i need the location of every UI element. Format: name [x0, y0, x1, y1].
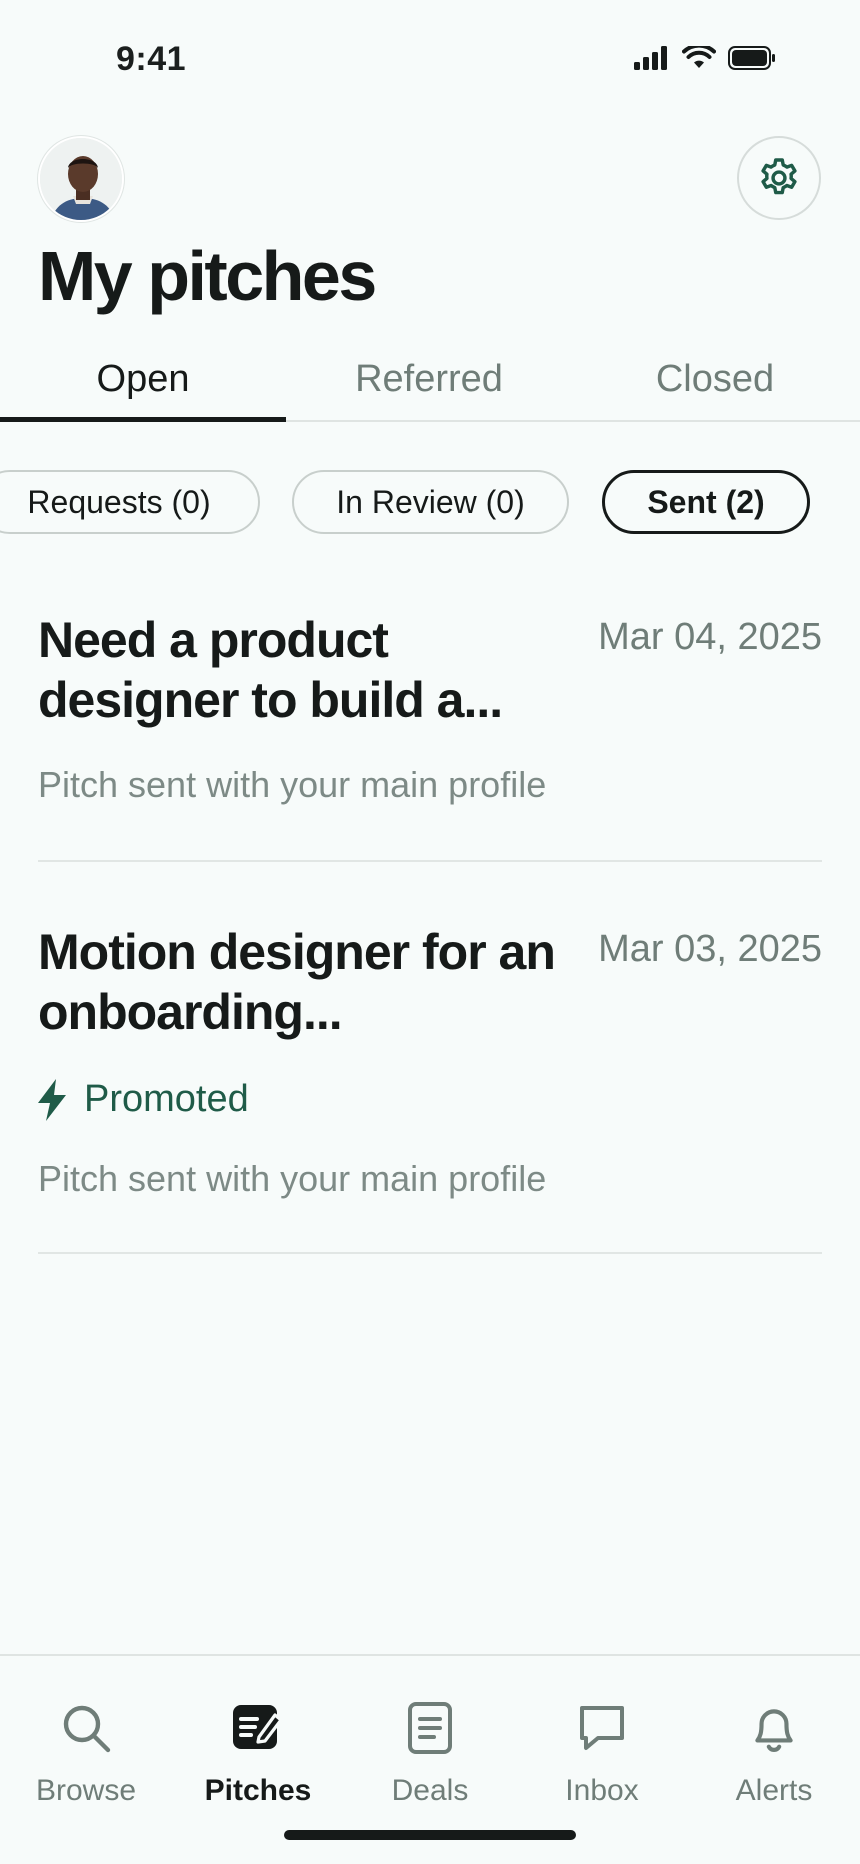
pitch-title: Need a product designer to build a...: [38, 612, 503, 728]
nav-alerts[interactable]: Alerts: [688, 1696, 860, 1808]
pitch-date: Mar 04, 2025: [598, 616, 822, 658]
status-icons: [634, 46, 776, 70]
lightning-icon: [38, 1078, 66, 1121]
promoted-label: Promoted: [84, 1078, 249, 1120]
nav-browse[interactable]: Browse: [0, 1696, 172, 1808]
bell-icon: [755, 1709, 793, 1752]
pitch-item[interactable]: Motion designer for an onboarding... Mar…: [38, 922, 822, 1254]
tab-open[interactable]: Open: [0, 350, 286, 422]
wifi-icon: [682, 46, 716, 68]
tab-closed[interactable]: Closed: [572, 350, 858, 420]
battery-icon: [728, 46, 775, 70]
pitch-title: Motion designer for an onboarding...: [38, 924, 556, 1040]
status-time: 9:41: [116, 40, 187, 78]
tab-referred[interactable]: Referred: [286, 350, 572, 420]
nav-deals[interactable]: Deals: [344, 1696, 516, 1808]
user-avatar[interactable]: [38, 136, 124, 222]
chat-bubble-icon: [580, 1706, 624, 1750]
nav-label: Alerts: [735, 1774, 813, 1807]
filter-requests[interactable]: Requests (0): [0, 470, 260, 534]
settings-button[interactable]: [737, 136, 821, 220]
nav-label: Pitches: [204, 1774, 312, 1807]
nav-pitches[interactable]: Pitches: [172, 1696, 344, 1808]
nav-label: Browse: [35, 1774, 137, 1807]
pitch-date: Mar 03, 2025: [598, 928, 822, 970]
status-bar: 9:41: [0, 0, 860, 120]
pitch-tabs: Open Referred Closed: [0, 350, 860, 422]
avatar-image: [40, 138, 122, 220]
gear-icon: [761, 158, 797, 195]
pitch-subtitle: Pitch sent with your main profile: [38, 1158, 547, 1199]
pitches-screen: 9:41 My pitches Open Referred Closed Req…: [0, 0, 860, 1864]
status-filters: Requests (0) In Review (0) Sent (2): [0, 470, 860, 534]
pitch-item[interactable]: Need a product designer to build a... Ma…: [38, 610, 822, 862]
filter-in-review[interactable]: In Review (0): [292, 470, 569, 534]
page-title: My pitches: [38, 237, 377, 315]
pitches-icon: [233, 1705, 283, 1749]
promoted-badge: Promoted: [38, 1078, 249, 1121]
filter-sent[interactable]: Sent (2): [602, 470, 810, 534]
signal-icon: [634, 46, 667, 70]
nav-label: Inbox: [565, 1774, 639, 1807]
pitch-subtitle: Pitch sent with your main profile: [38, 764, 547, 805]
document-icon: [408, 1702, 452, 1754]
home-indicator: [284, 1830, 576, 1840]
nav-label: Deals: [391, 1774, 469, 1807]
nav-inbox[interactable]: Inbox: [516, 1696, 688, 1808]
search-icon: [63, 1705, 111, 1753]
